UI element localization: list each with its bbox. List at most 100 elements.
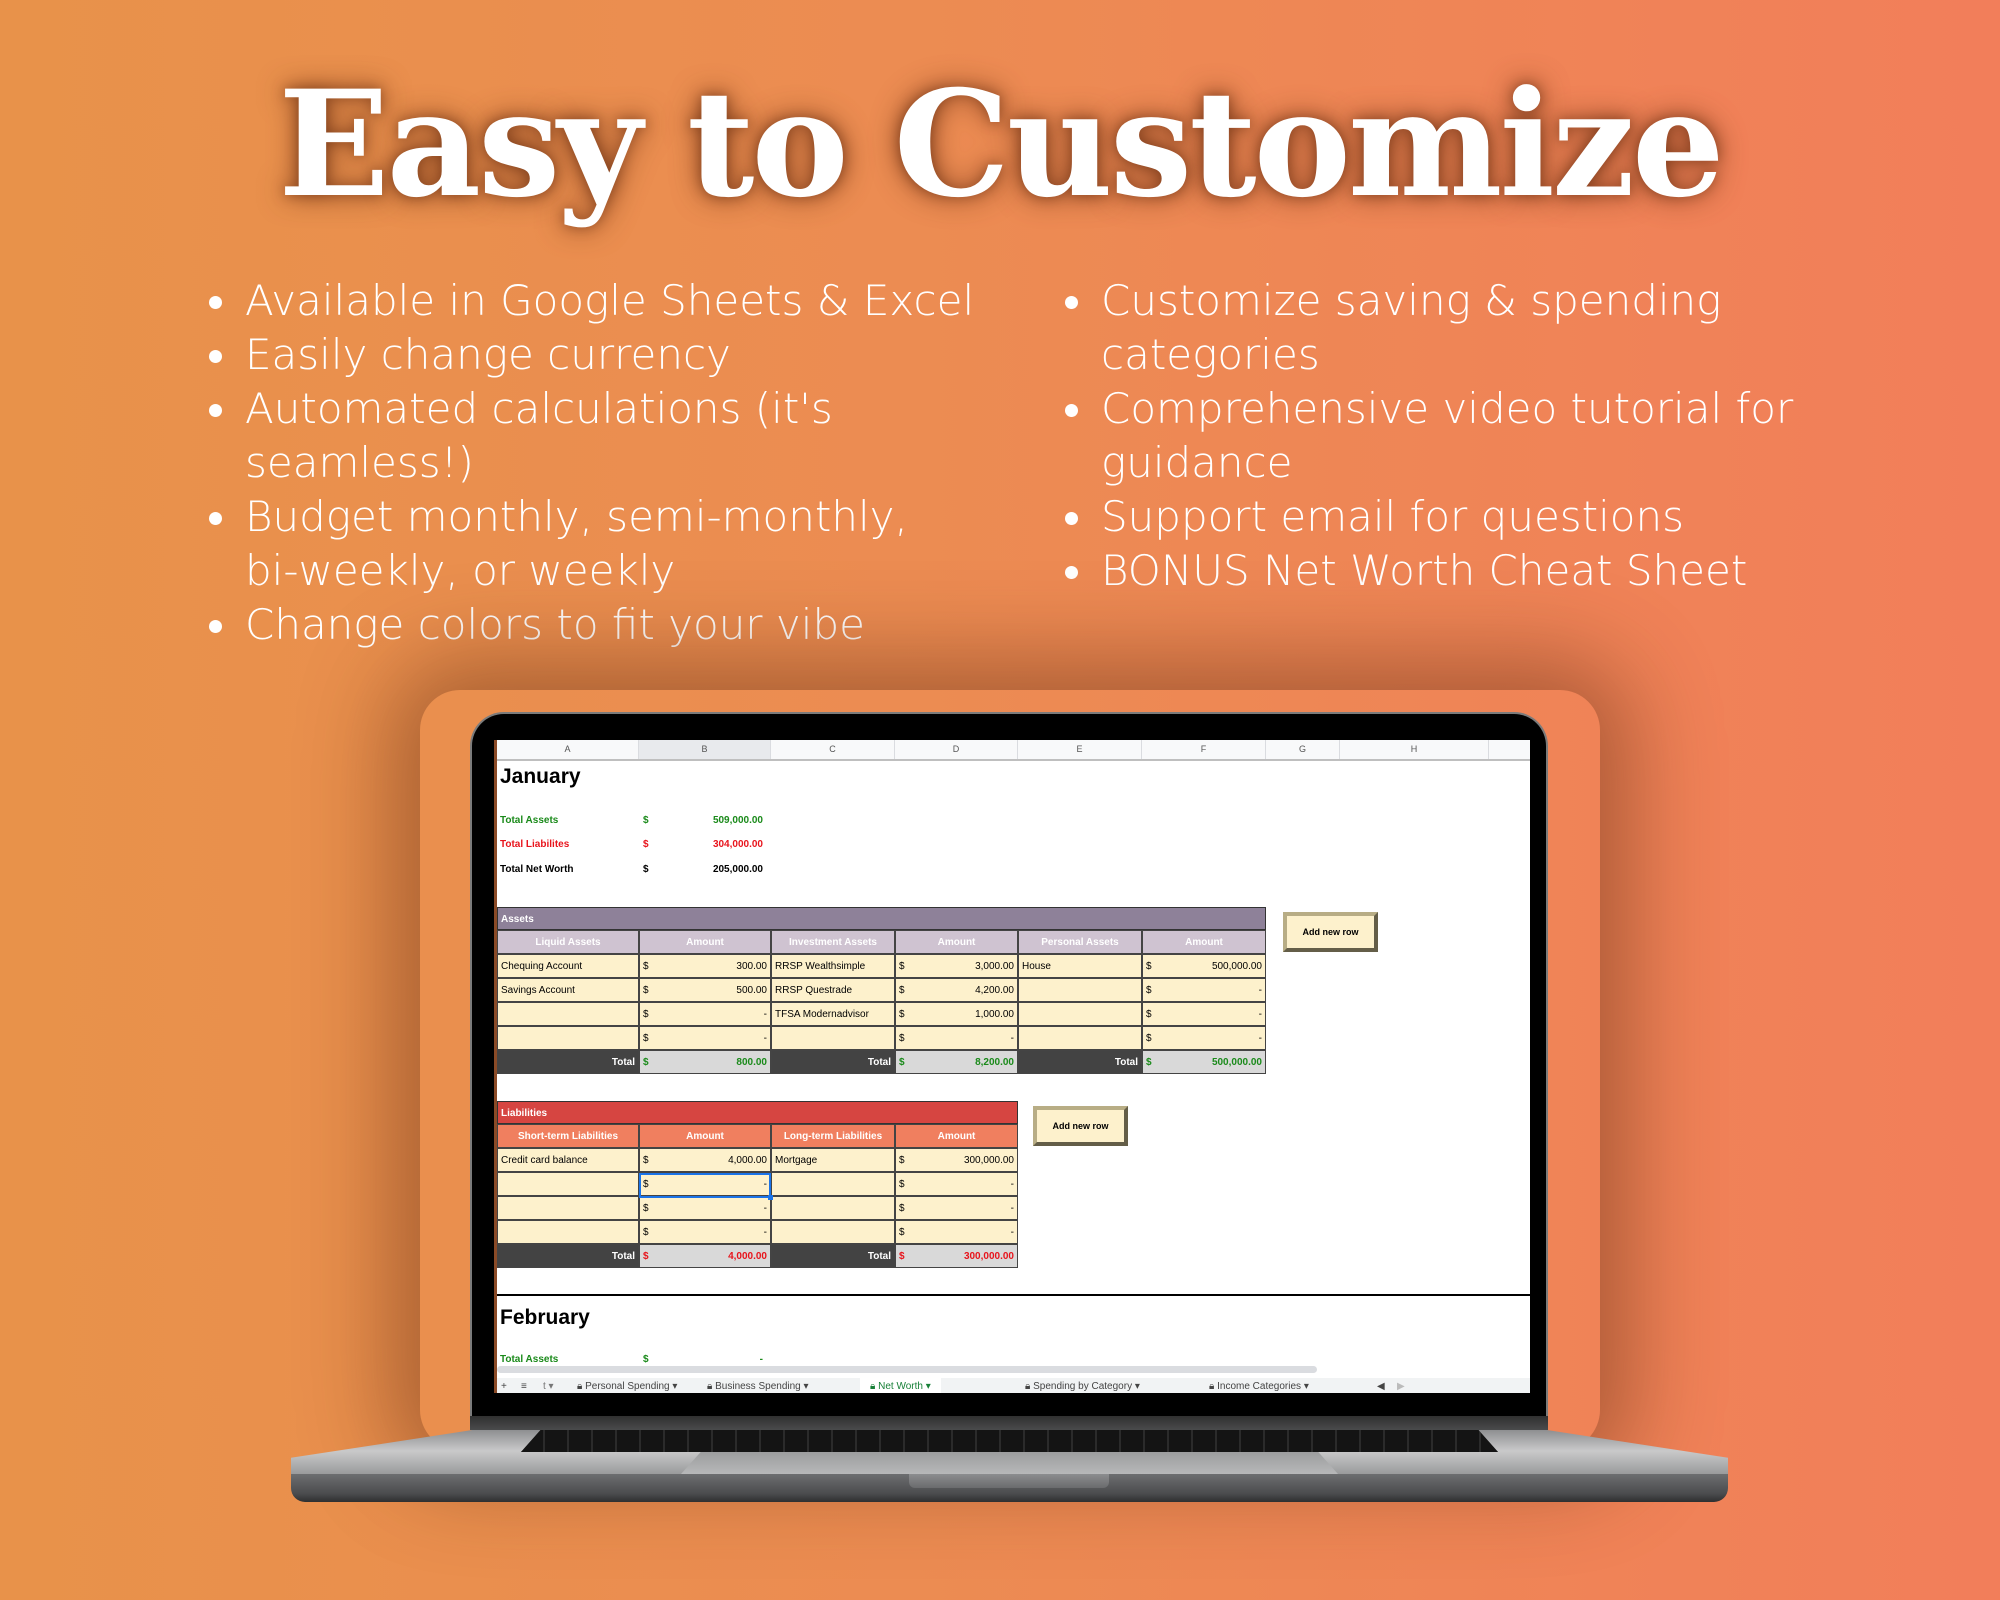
asset-amount-cell[interactable]: $ - <box>895 1026 1018 1050</box>
total-assets-value: 509,000.00 <box>712 815 763 826</box>
column-header-g[interactable]: G <box>1266 740 1340 759</box>
add-liability-row-button[interactable]: Add new row <box>1033 1106 1128 1146</box>
asset-amount-cell[interactable]: $1,000.00 <box>895 1002 1018 1026</box>
asset-amount-cell[interactable]: $4,200.00 <box>895 978 1018 1002</box>
scroll-tabs-left-icon[interactable]: ◀ <box>1377 1378 1385 1393</box>
amount-value: 3,000.00 <box>975 961 1014 972</box>
asset-amount-cell[interactable]: $ - <box>639 1026 771 1050</box>
assets-column-header: Investment Assets <box>771 930 895 954</box>
add-sheet-icon[interactable]: + <box>501 1378 507 1393</box>
liability-amount-cell[interactable]: $300,000.00 <box>895 1148 1018 1172</box>
liability-amount-cell[interactable]: $ - <box>895 1220 1018 1244</box>
lock-icon: 🔒︎ <box>870 1381 876 1392</box>
partial-tab[interactable]: t ▾ <box>543 1378 554 1393</box>
currency-symbol: $ <box>643 985 649 996</box>
column-header-e[interactable]: E <box>1018 740 1142 759</box>
asset-amount-cell[interactable]: $3,000.00 <box>895 954 1018 978</box>
liabilities-total-value: $4,000.00 <box>639 1244 771 1268</box>
assets-column-header: Amount <box>639 930 771 954</box>
currency-symbol: $ <box>899 1179 905 1190</box>
month-divider <box>497 1294 1530 1296</box>
amount-value: 300,000.00 <box>963 1155 1014 1166</box>
assets-total-label: Total <box>497 1050 639 1074</box>
headline: Easy to Customize <box>278 59 1725 230</box>
currency-symbol: $ <box>643 961 649 972</box>
feature-item: Easily change currency <box>207 328 1007 382</box>
currency-symbol: $ <box>643 1033 649 1044</box>
month-title-february: February <box>500 1306 590 1329</box>
column-header-f[interactable]: F <box>1142 740 1266 759</box>
laptop-hinge <box>470 1416 1548 1430</box>
currency-symbol: $ <box>1146 1009 1152 1020</box>
currency-symbol: $ <box>1146 1033 1152 1044</box>
amount-value: 500.00 <box>736 985 767 996</box>
asset-amount-cell[interactable]: $ - <box>1142 1026 1266 1050</box>
horizontal-scrollbar[interactable] <box>497 1366 1317 1373</box>
liability-name-cell[interactable] <box>497 1220 639 1244</box>
liability-amount-cell[interactable]: $ - <box>895 1172 1018 1196</box>
liability-amount-cell[interactable]: $ - <box>895 1196 1018 1220</box>
liability-name-cell[interactable]: Credit card balance <box>497 1148 639 1172</box>
currency-symbol: $ <box>1146 985 1152 996</box>
all-sheets-menu-icon[interactable]: ≡ <box>521 1378 527 1393</box>
asset-name-cell[interactable]: House <box>1018 954 1142 978</box>
sheet-tab-spending-by-category[interactable]: 🔒︎ Spending by Category ▾ <box>1025 1378 1140 1393</box>
sheet-tab-net-worth[interactable]: 🔒︎ Net Worth ▾ <box>860 1378 941 1393</box>
column-header-b[interactable]: B <box>639 740 771 759</box>
lock-icon: 🔒︎ <box>707 1381 713 1392</box>
liabilities-title-bar: Liabilities <box>497 1101 1018 1124</box>
liability-amount-cell[interactable]: $ - <box>639 1196 771 1220</box>
asset-name-cell[interactable]: Savings Account <box>497 978 639 1002</box>
sheet-tab-income-categories[interactable]: 🔒︎ Income Categories ▾ <box>1209 1378 1309 1393</box>
asset-amount-cell[interactable]: $ - <box>639 1002 771 1026</box>
asset-name-cell[interactable]: RRSP Wealthsimple <box>771 954 895 978</box>
liability-name-cell[interactable] <box>771 1172 895 1196</box>
liability-amount-cell[interactable]: $ - <box>639 1220 771 1244</box>
liability-name-cell[interactable] <box>771 1196 895 1220</box>
liability-amount-cell[interactable]: $4,000.00 <box>639 1148 771 1172</box>
column-header-c[interactable]: C <box>771 740 895 759</box>
asset-name-cell[interactable] <box>497 1026 639 1050</box>
sheet-tab-personal-spending[interactable]: 🔒︎ Personal Spending ▾ <box>577 1378 677 1393</box>
asset-name-cell[interactable] <box>1018 1002 1142 1026</box>
asset-name-cell[interactable] <box>1018 978 1142 1002</box>
amount-value: - <box>1258 1009 1262 1020</box>
selected-cell-b[interactable] <box>639 1173 773 1200</box>
laptop-notch <box>909 1474 1109 1488</box>
asset-name-cell[interactable] <box>771 1026 895 1050</box>
feature-item: Budget monthly, semi-monthly, bi-weekly,… <box>207 490 965 598</box>
currency-symbol: $ <box>899 961 905 972</box>
currency-symbol: $ <box>1146 1057 1152 1068</box>
total-amount: 800.00 <box>736 1057 767 1068</box>
asset-amount-cell[interactable]: $300.00 <box>639 954 771 978</box>
asset-amount-cell[interactable]: $500.00 <box>639 978 771 1002</box>
currency-symbol: $ <box>899 1033 905 1044</box>
liability-name-cell[interactable] <box>497 1172 639 1196</box>
liability-name-cell[interactable] <box>771 1220 895 1244</box>
amount-value: 4,000.00 <box>728 1155 767 1166</box>
column-header-d[interactable]: D <box>895 740 1018 759</box>
sheet-tab-business-spending[interactable]: 🔒︎ Business Spending ▾ <box>707 1378 809 1393</box>
amount-value: - <box>763 1033 767 1044</box>
scroll-tabs-right-icon[interactable]: ▶ <box>1397 1378 1405 1393</box>
column-header-h[interactable]: H <box>1340 740 1489 759</box>
add-asset-row-button[interactable]: Add new row <box>1283 912 1378 952</box>
asset-name-cell[interactable] <box>497 1002 639 1026</box>
sheet-tab-bar: + ≡ t ▾ 🔒︎ Personal Spending ▾ 🔒︎ Busine… <box>497 1378 1530 1393</box>
asset-name-cell[interactable] <box>1018 1026 1142 1050</box>
asset-name-cell[interactable]: TFSA Modernadvisor <box>771 1002 895 1026</box>
total-liabilities-label: Total Liabilites <box>500 839 570 850</box>
feature-list-left: Available in Google Sheets & Excel Easil… <box>207 274 1007 652</box>
feature-item: Customize saving & spending categories <box>1063 274 1781 382</box>
liability-name-cell[interactable]: Mortgage <box>771 1148 895 1172</box>
liabilities-total-label: Total <box>771 1244 895 1268</box>
amount-value: - <box>1258 1033 1262 1044</box>
asset-amount-cell[interactable]: $ - <box>1142 1002 1266 1026</box>
asset-amount-cell[interactable]: $ - <box>1142 978 1266 1002</box>
asset-amount-cell[interactable]: $500,000.00 <box>1142 954 1266 978</box>
asset-name-cell[interactable]: RRSP Questrade <box>771 978 895 1002</box>
currency-symbol: $ <box>899 1227 905 1238</box>
liability-name-cell[interactable] <box>497 1196 639 1220</box>
asset-name-cell[interactable]: Chequing Account <box>497 954 639 978</box>
column-header-a[interactable]: A <box>497 740 639 759</box>
